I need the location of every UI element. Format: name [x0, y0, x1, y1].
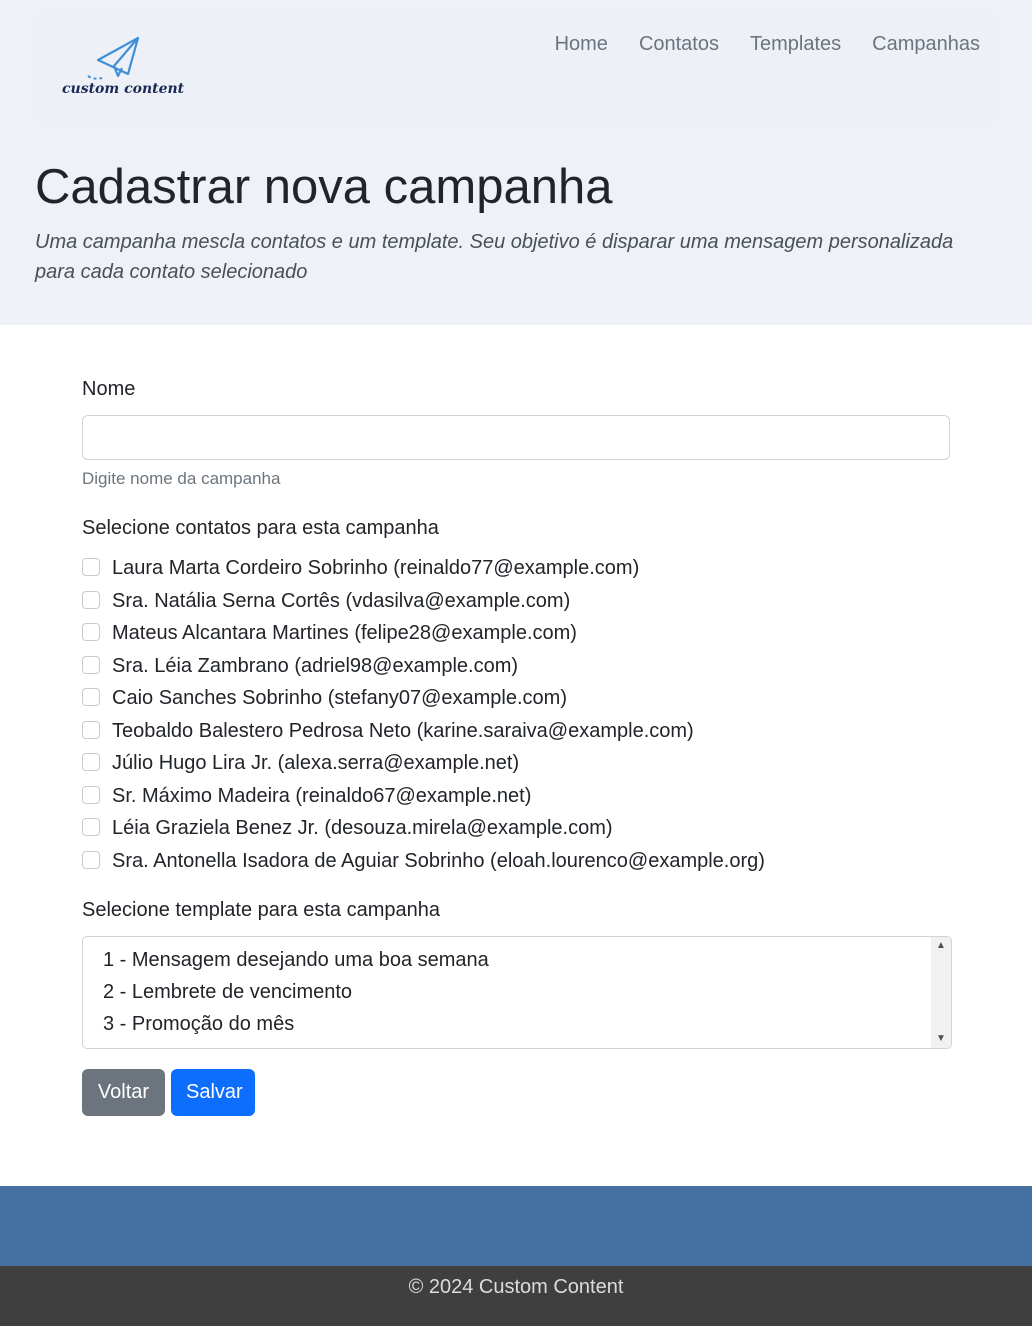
- nav-link-campanhas[interactable]: Campanhas: [872, 33, 980, 56]
- template-option[interactable]: 1 - Mensagem desejando uma boa semana: [103, 949, 489, 972]
- page-lead: Uma campanha mescla contatos e um templa…: [35, 231, 954, 283]
- footer: © 2024 Custom Content: [0, 1266, 1032, 1326]
- logo-text: custom content: [62, 81, 185, 97]
- contact-item[interactable]: Laura Marta Cordeiro Sobrinho (reinaldo7…: [82, 554, 952, 587]
- chevron-up-icon[interactable]: ▲: [931, 937, 951, 955]
- contact-checkbox[interactable]: [82, 785, 100, 804]
- contact-label[interactable]: Léia Graziela Benez Jr. (desouza.mirela@…: [112, 817, 613, 840]
- contact-label[interactable]: Teobaldo Balestero Pedrosa Neto (karine.…: [112, 720, 694, 743]
- voltar-button[interactable]: Voltar: [82, 1069, 165, 1116]
- contact-item[interactable]: Léia Graziela Benez Jr. (desouza.mirela@…: [82, 814, 952, 847]
- contact-label[interactable]: Sra. Antonella Isadora de Aguiar Sobrinh…: [112, 850, 765, 873]
- form-actions: Voltar Salvar: [82, 1069, 255, 1116]
- contact-label[interactable]: Caio Sanches Sobrinho (stefany07@example…: [112, 687, 567, 710]
- contact-item[interactable]: Teobaldo Balestero Pedrosa Neto (karine.…: [82, 717, 952, 750]
- navbar: [35, 12, 997, 124]
- paper-plane-icon: [87, 36, 140, 80]
- contact-checkbox[interactable]: [82, 753, 100, 771]
- contact-item[interactable]: Caio Sanches Sobrinho (stefany07@example…: [82, 684, 952, 717]
- contact-label[interactable]: Mateus Alcantara Martines (felipe28@exam…: [112, 622, 577, 645]
- nav-links: Home Contatos Templates Campanhas: [555, 33, 980, 56]
- contact-checkbox[interactable]: [82, 818, 100, 836]
- contact-checkbox[interactable]: [82, 720, 100, 739]
- contact-label[interactable]: Júlio Hugo Lira Jr. (alexa.serra@example…: [112, 752, 519, 775]
- contact-checkbox[interactable]: [82, 558, 100, 576]
- nav-link-templates[interactable]: Templates: [750, 33, 841, 56]
- contact-item[interactable]: Sra. Léia Zambrano (adriel98@example.com…: [82, 652, 952, 685]
- contact-item[interactable]: Sra. Antonella Isadora de Aguiar Sobrinh…: [82, 847, 952, 880]
- template-option[interactable]: 3 - Promoção do mês: [103, 1013, 294, 1036]
- nav-link-home[interactable]: Home: [555, 33, 608, 56]
- contact-item[interactable]: Mateus Alcantara Martines (felipe28@exam…: [82, 619, 952, 652]
- contact-label[interactable]: Sra. Natália Serna Cortês (vdasilva@exam…: [112, 590, 570, 613]
- footer-band: [0, 1186, 1032, 1266]
- contatos-label: Selecione contatos para esta campanha: [82, 517, 439, 539]
- contact-label[interactable]: Laura Marta Cordeiro Sobrinho (reinaldo7…: [112, 557, 639, 580]
- page-title: Cadastrar nova campanha: [35, 160, 613, 214]
- nome-help-text: Digite nome da campanha: [82, 469, 281, 488]
- contacts-list: Laura Marta Cordeiro Sobrinho (reinaldo7…: [82, 554, 952, 879]
- contact-checkbox[interactable]: [82, 688, 100, 706]
- template-label: Selecione template para esta campanha: [82, 899, 441, 921]
- salvar-button[interactable]: Salvar: [171, 1069, 255, 1116]
- contact-label[interactable]: Sra. Léia Zambrano (adriel98@example.com…: [112, 655, 518, 678]
- contact-checkbox[interactable]: [82, 850, 100, 869]
- contact-item[interactable]: Júlio Hugo Lira Jr. (alexa.serra@example…: [82, 749, 952, 782]
- nome-input[interactable]: [82, 415, 950, 460]
- template-option[interactable]: 2 - Lembrete de vencimento: [103, 981, 352, 1004]
- brand-logo[interactable]: custom content: [60, 36, 184, 106]
- contact-checkbox[interactable]: [82, 623, 100, 641]
- template-select[interactable]: 1 - Mensagem desejando uma boa semana 2 …: [82, 936, 952, 1049]
- copyright-text: © 2024 Custom Content: [408, 1275, 624, 1298]
- contact-item[interactable]: Sra. Natália Serna Cortês (vdasilva@exam…: [82, 587, 952, 620]
- contact-checkbox[interactable]: [82, 590, 100, 609]
- nav-link-contatos[interactable]: Contatos: [639, 33, 719, 56]
- chevron-down-icon[interactable]: ▼: [931, 1030, 951, 1048]
- template-scrollbar[interactable]: ▲ ▼: [931, 937, 951, 1048]
- contact-checkbox[interactable]: [82, 655, 100, 674]
- contact-label[interactable]: Sr. Máximo Madeira (reinaldo67@example.n…: [112, 785, 531, 808]
- page-header: custom content Home Contatos Templates C…: [0, 0, 1032, 325]
- nome-label: Nome: [82, 378, 136, 400]
- contact-item[interactable]: Sr. Máximo Madeira (reinaldo67@example.n…: [82, 782, 952, 815]
